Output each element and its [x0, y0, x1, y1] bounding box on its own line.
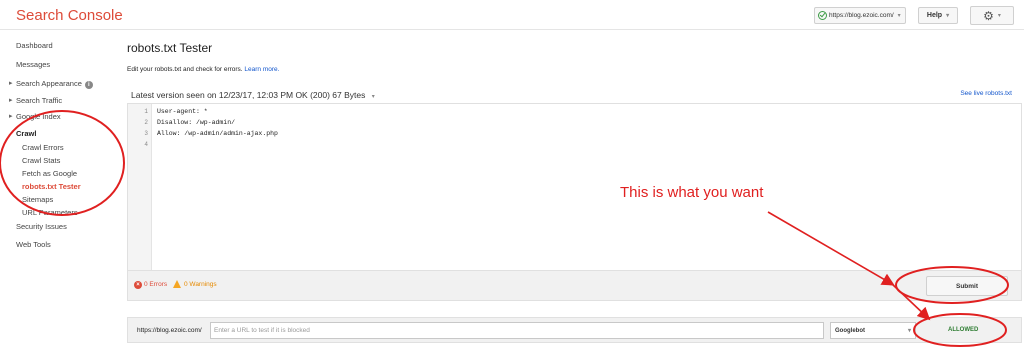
code-line[interactable]: User-agent: *: [157, 108, 208, 115]
user-agent-select[interactable]: Googlebot ▾: [830, 322, 916, 339]
sidebar-item-search-traffic[interactable]: Search Traffic: [9, 96, 62, 105]
submit-button[interactable]: Submit: [926, 276, 1008, 296]
code-line[interactable]: Disallow: /wp-admin/: [157, 119, 235, 126]
chevron-down-icon: ▾: [897, 13, 901, 19]
help-button[interactable]: Help ▾: [918, 7, 958, 24]
chevron-down-icon: ▾: [997, 13, 1001, 19]
intro-description: Edit your robots.txt and check for error…: [127, 66, 243, 73]
sidebar-item-sitemaps[interactable]: Sitemaps: [22, 195, 53, 204]
sidebar-item-crawl[interactable]: Crawl: [16, 129, 36, 138]
version-label: Latest version seen on 12/23/17, 12:03 P…: [131, 90, 366, 100]
learn-more-link[interactable]: Learn more.: [244, 66, 279, 73]
line-number: 2: [144, 119, 148, 126]
sidebar-item-url-parameters[interactable]: URL Parameters: [22, 208, 78, 217]
user-agent-value: Googlebot: [835, 327, 865, 334]
sidebar-item-google-index[interactable]: Google Index: [9, 112, 61, 121]
sidebar-item-dashboard[interactable]: Dashboard: [16, 41, 53, 50]
settings-button[interactable]: ⚙ ▾: [970, 6, 1014, 25]
url-prefix: https://blog.ezoic.com/: [137, 327, 202, 334]
sidebar: Dashboard Messages Search Appearancei Se…: [0, 30, 118, 361]
line-number: 1: [144, 108, 148, 115]
code-line[interactable]: Allow: /wp-admin/admin-ajax.php: [157, 130, 278, 137]
info-icon[interactable]: i: [84, 81, 93, 89]
error-count[interactable]: 0 Errors: [144, 281, 167, 288]
top-bar: Search Console https://blog.ezoic.com/ ▾…: [0, 0, 1024, 30]
intro-text: Edit your robots.txt and check for error…: [127, 66, 279, 73]
app-logo[interactable]: Search Console: [16, 7, 123, 24]
sidebar-item-crawl-stats[interactable]: Crawl Stats: [22, 156, 60, 165]
site-url: https://blog.ezoic.com/: [829, 12, 894, 19]
warning-icon: [173, 280, 181, 288]
sidebar-item-fetch-as-google[interactable]: Fetch as Google: [22, 169, 77, 178]
sidebar-item-robots-txt-tester[interactable]: robots.txt Tester: [22, 182, 81, 191]
annotation-label: This is what you want: [620, 184, 764, 201]
sidebar-item-label: Search Appearance: [16, 79, 82, 88]
url-test-input[interactable]: [210, 322, 824, 339]
chevron-down-icon: ▾: [371, 94, 375, 100]
page-title: robots.txt Tester: [127, 41, 213, 55]
sidebar-item-search-appearance[interactable]: Search Appearancei: [9, 79, 93, 89]
gear-icon: ⚙: [983, 8, 994, 23]
help-label: Help: [926, 12, 943, 19]
robots-editor[interactable]: 1 2 3 4 User-agent: * Disallow: /wp-admi…: [127, 103, 1022, 271]
line-number-gutter: 1 2 3 4: [128, 104, 152, 270]
sidebar-item-web-tools[interactable]: Web Tools: [16, 240, 51, 249]
status-bar: × 0 Errors 0 Warnings Submit: [127, 271, 1022, 301]
url-test-bar: https://blog.ezoic.com/ Googlebot ▾ ALLO…: [127, 317, 1022, 343]
version-selector[interactable]: Latest version seen on 12/23/17, 12:03 P…: [131, 90, 375, 100]
chevron-down-icon: ▾: [946, 13, 950, 19]
warning-count[interactable]: 0 Warnings: [184, 281, 217, 288]
sidebar-item-messages[interactable]: Messages: [16, 60, 50, 69]
sidebar-item-crawl-errors[interactable]: Crawl Errors: [22, 143, 64, 152]
verified-check-icon: [818, 11, 827, 20]
see-live-robots-link[interactable]: See live robots.txt: [960, 90, 1012, 97]
test-result-badge: ALLOWED: [948, 327, 979, 333]
line-number: 4: [144, 141, 148, 148]
site-selector[interactable]: https://blog.ezoic.com/ ▾: [814, 7, 906, 24]
sidebar-item-security-issues[interactable]: Security Issues: [16, 222, 67, 231]
error-icon: ×: [134, 281, 142, 289]
chevron-down-icon: ▾: [907, 328, 911, 334]
line-number: 3: [144, 130, 148, 137]
